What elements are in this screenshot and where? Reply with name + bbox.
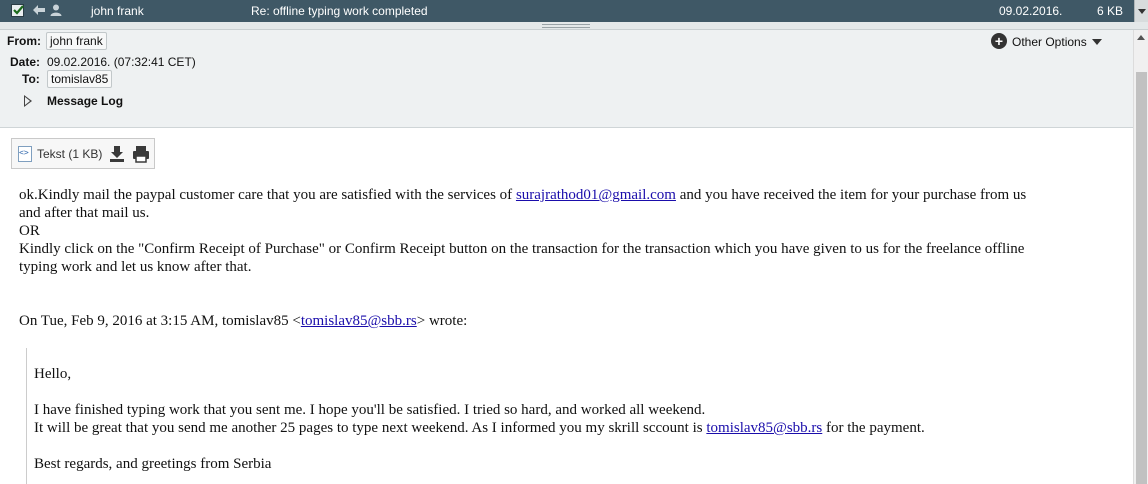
email-link[interactable]: tomislav85@sbb.rs	[706, 420, 822, 436]
expand-triangle-icon	[24, 95, 32, 107]
html-file-icon	[18, 146, 32, 162]
print-icon[interactable]	[132, 145, 150, 166]
quote-greeting: Hello,	[34, 366, 72, 382]
email-link[interactable]: surajrathod01@gmail.com	[516, 187, 676, 203]
message-log-label: Message Log	[47, 94, 124, 108]
message-body: ok.Kindly mail the paypal customer care …	[19, 186, 1119, 330]
to-address-chip[interactable]: tomislav85	[47, 70, 113, 88]
attachment-name[interactable]: Tekst (1 KB)	[37, 147, 102, 161]
scrollbar-thumb[interactable]	[1136, 72, 1147, 484]
download-icon[interactable]	[109, 145, 125, 166]
list-subject: Re: offline typing work completed	[251, 4, 428, 18]
message-header: From: john frank Date: 09.02.2016. (07:3…	[0, 30, 1133, 128]
attachment-item[interactable]: Tekst (1 KB)	[11, 138, 155, 169]
splitter-grip[interactable]	[542, 24, 590, 28]
pane-splitter[interactable]	[0, 22, 1148, 30]
scroll-up-icon[interactable]	[1137, 35, 1145, 40]
body-paragraph: and after that mail us.	[19, 205, 150, 221]
date-label: Date:	[10, 55, 41, 69]
list-scroll-down-button[interactable]	[1134, 0, 1148, 22]
reply-arrow-icon	[32, 3, 46, 20]
plus-circle-icon: +	[991, 33, 1007, 49]
reply-attribution: On Tue, Feb 9, 2016 at 3:15 AM, tomislav…	[19, 312, 1119, 330]
body-paragraph: OR	[19, 223, 40, 239]
list-sender: john frank	[91, 4, 144, 18]
quote-line: I have finished typing work that you sen…	[34, 402, 706, 418]
quoted-message: Hello, I have finished typing work that …	[26, 348, 1126, 484]
from-address-chip[interactable]: john frank	[46, 32, 107, 50]
body-text: for the payment.	[822, 420, 925, 436]
body-paragraph: Kindly click on the "Confirm Receipt of …	[19, 241, 1025, 257]
message-list-row[interactable]: john frank Re: offline typing work compl…	[0, 0, 1148, 22]
body-text: On Tue, Feb 9, 2016 at 3:15 AM, tomislav…	[19, 313, 301, 329]
date-value: 09.02.2016. (07:32:41 CET)	[47, 55, 196, 69]
body-text: ok.Kindly mail the paypal customer care …	[19, 187, 516, 203]
message-scrollbar[interactable]	[1133, 30, 1148, 484]
checkbox-checked-icon[interactable]	[11, 4, 24, 17]
other-options-label: Other Options	[1012, 35, 1087, 49]
to-label: To:	[22, 72, 40, 86]
body-text: and you have received the item for your …	[675, 187, 1027, 203]
body-paragraph: typing work and let us know after that.	[19, 259, 252, 275]
email-link[interactable]: tomislav85@sbb.rs	[301, 313, 417, 329]
body-paragraph: ok.Kindly mail the paypal customer care …	[19, 186, 1119, 204]
body-text: > wrote:	[416, 313, 468, 329]
from-label: From:	[7, 34, 41, 48]
quote-closing: Best regards, and greetings from Serbia	[34, 456, 272, 472]
list-date: 09.02.2016.	[999, 4, 1063, 18]
quote-line: It will be great that you send me anothe…	[34, 419, 1126, 437]
caret-down-icon	[1092, 39, 1102, 45]
list-size: 6 KB	[1097, 4, 1124, 18]
person-icon	[49, 3, 63, 20]
body-text: It will be great that you send me anothe…	[34, 420, 707, 436]
